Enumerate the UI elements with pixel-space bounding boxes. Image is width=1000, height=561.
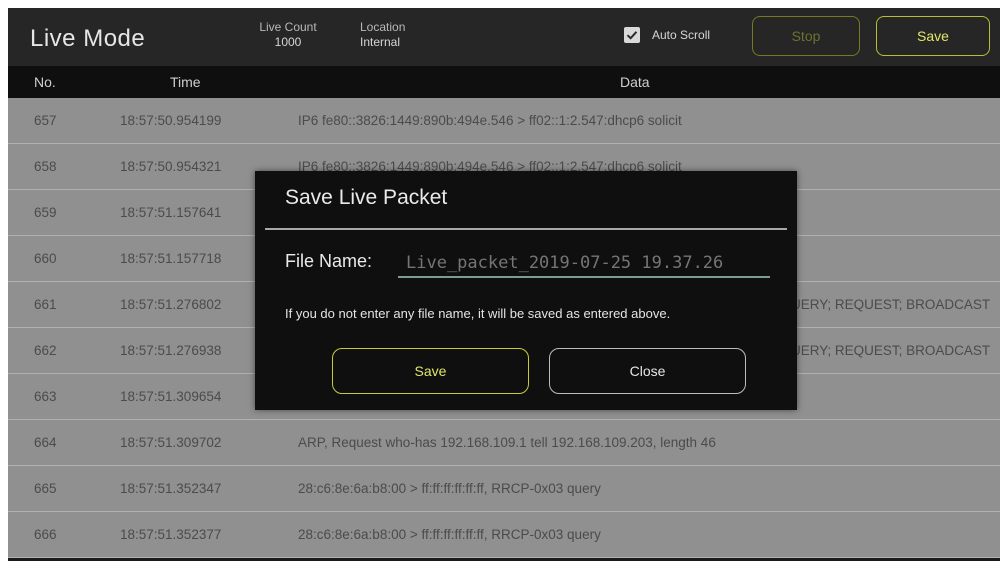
cell-data: 28:c6:8e:6a:b8:00 > ff:ff:ff:ff:ff:ff, R… [298, 527, 601, 542]
dialog-divider [265, 228, 787, 230]
cell-no: 660 [34, 251, 57, 266]
table-row[interactable]: 665 18:57:51.352347 28:c6:8e:6a:b8:00 > ff… [8, 466, 1000, 512]
checkmark-icon [626, 31, 638, 40]
cell-no: 659 [34, 205, 57, 220]
cell-time: 18:57:51.352377 [120, 527, 222, 542]
auto-scroll-label: Auto Scroll [652, 28, 711, 42]
cell-time: 18:57:50.954199 [120, 113, 222, 128]
cell-time: 18:57:50.954321 [120, 159, 222, 174]
cell-no: 658 [34, 159, 57, 174]
table-row[interactable]: 666 18:57:51.352377 28:c6:8e:6a:b8:00 > ff… [8, 512, 1000, 558]
dialog-save-button[interactable]: Save [332, 348, 529, 394]
file-name-input[interactable] [398, 251, 770, 278]
stop-button[interactable]: Stop [752, 16, 860, 56]
column-header-data: Data [620, 74, 650, 90]
save-button[interactable]: Save [876, 16, 990, 56]
cell-data: UERY; REQUEST; BROADCAST [791, 343, 991, 358]
top-bar: Live Mode Live Count 1000 Location Inter… [8, 8, 1000, 66]
cell-data: UERY; REQUEST; BROADCAST [791, 297, 991, 312]
cell-time: 18:57:51.157641 [120, 205, 222, 220]
auto-scroll-toggle[interactable]: Auto Scroll [624, 27, 710, 43]
cell-time: 18:57:51.276802 [120, 297, 222, 312]
live-count-value: 1000 [274, 35, 302, 49]
location-label: Location [360, 20, 406, 34]
cell-no: 665 [34, 481, 57, 496]
column-header-time: Time [170, 74, 201, 90]
cell-data: IP6 fe80::3826:1449:890b:494e.546 > ff02… [298, 113, 682, 128]
location-value: Internal [360, 35, 401, 49]
cell-no: 664 [34, 435, 57, 450]
live-mode-window: Live Mode Live Count 1000 Location Inter… [8, 8, 1000, 561]
page-title: Live Mode [30, 25, 146, 52]
location-info: Location Internal [360, 20, 405, 50]
cell-no: 657 [34, 113, 57, 128]
cell-data: 28:c6:8e:6a:b8:00 > ff:ff:ff:ff:ff:ff, R… [298, 481, 601, 496]
save-live-packet-dialog: Save Live Packet File Name: If you do no… [255, 171, 797, 410]
cell-no: 666 [34, 527, 57, 542]
cell-no: 662 [34, 343, 57, 358]
dialog-close-button[interactable]: Close [549, 348, 746, 394]
cell-time: 18:57:51.309702 [120, 435, 222, 450]
cell-time: 18:57:51.352347 [120, 481, 222, 496]
table-header: No. Time Data [8, 66, 1000, 98]
live-count-label: Live Count [259, 20, 317, 34]
live-count-info: Live Count 1000 [258, 20, 318, 50]
cell-data: ARP, Request who-has 192.168.109.1 tell … [298, 435, 716, 450]
cell-no: 661 [34, 297, 57, 312]
dialog-title: Save Live Packet [285, 186, 448, 209]
cell-time: 18:57:51.309654 [120, 389, 222, 404]
file-name-label: File Name: [285, 251, 373, 271]
table-row[interactable]: 657 18:57:50.954199 IP6 fe80::3826:1449:89… [8, 98, 1000, 144]
dialog-hint: If you do not enter any file name, it wi… [285, 306, 671, 321]
auto-scroll-checkbox[interactable] [624, 27, 640, 43]
cell-time: 18:57:51.276938 [120, 343, 222, 358]
column-header-no: No. [34, 74, 56, 90]
cell-time: 18:57:51.157718 [120, 251, 222, 266]
table-row[interactable]: 664 18:57:51.309702 ARP, Request who-has 1… [8, 420, 1000, 466]
cell-no: 663 [34, 389, 57, 404]
